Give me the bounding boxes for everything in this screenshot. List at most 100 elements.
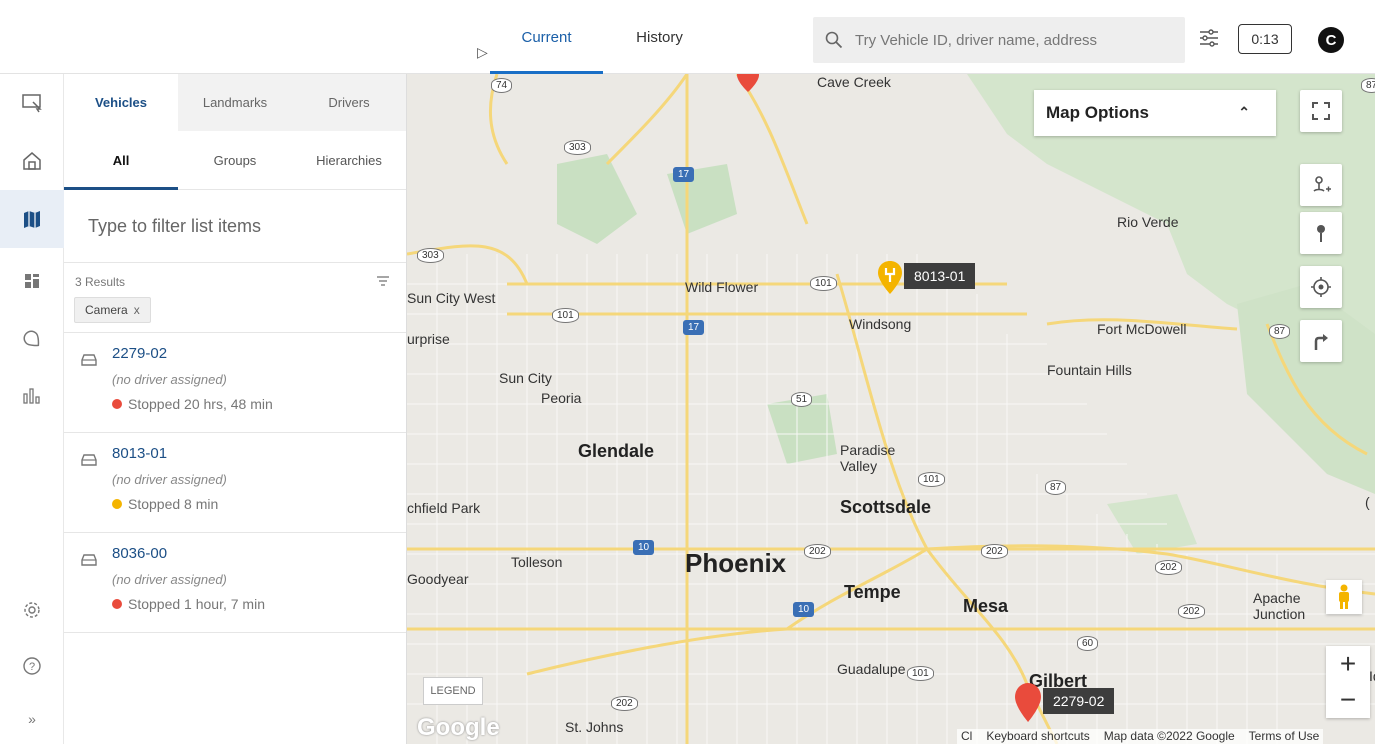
nav-dashboard[interactable]	[0, 252, 64, 310]
nav-help[interactable]: ?	[0, 637, 64, 695]
place-label: Goodyear	[407, 571, 469, 587]
map-data-text: Map data ©2022 Google	[1103, 729, 1235, 743]
nav-map[interactable]	[0, 190, 64, 248]
zoom-in-button[interactable]: +	[1326, 646, 1370, 682]
place-label: Scottsdale	[840, 497, 932, 517]
search-icon	[825, 31, 843, 49]
reports-icon	[23, 388, 40, 404]
map-pin-icon[interactable]	[1013, 682, 1043, 722]
nav-home[interactable]	[0, 132, 64, 190]
turn-right-icon	[1314, 334, 1328, 350]
highway-shield: 202	[981, 544, 1008, 559]
status-dot	[112, 599, 122, 609]
place-label: urprise	[407, 331, 450, 347]
filter-chip-camera: Camera x	[74, 297, 151, 323]
pin-icon	[1317, 225, 1325, 242]
filter-settings-icon[interactable]	[1198, 27, 1220, 49]
vehicle-driver: (no driver assigned)	[112, 372, 227, 387]
interstate-shield: 10	[793, 602, 815, 617]
legend-button[interactable]: LEGEND	[423, 677, 483, 705]
highway-shield: 87	[1269, 324, 1291, 339]
avatar[interactable]: C	[1318, 27, 1344, 53]
tab-hierarchies[interactable]: Hierarchies	[292, 131, 406, 189]
nav-expand-icon[interactable]: »	[0, 690, 64, 748]
highway-shield: 202	[1155, 560, 1182, 575]
tab-current[interactable]: Current	[490, 0, 603, 74]
nav-reports[interactable]	[0, 366, 64, 424]
help-icon: ?	[23, 657, 41, 675]
place-label: Mesa	[963, 596, 1009, 616]
tab-groups[interactable]: Groups	[178, 131, 292, 189]
interstate-shield: 17	[683, 320, 705, 335]
vehicle-map-label[interactable]: 2279-02	[1043, 688, 1115, 714]
wrench-pin-icon[interactable]	[876, 260, 904, 294]
map-pin-icon[interactable]	[735, 74, 761, 92]
highway-shield: 202	[611, 696, 638, 711]
home-icon	[23, 152, 41, 170]
vehicle-list-item[interactable]: 8036-00 (no driver assigned) Stopped 1 h…	[64, 533, 406, 633]
vehicle-list-item[interactable]: 2279-02 (no driver assigned) Stopped 20 …	[64, 333, 406, 433]
zoom-control: + −	[1326, 646, 1370, 718]
refresh-timer-button[interactable]: 0:13	[1238, 24, 1292, 54]
place-label: Apache Junction	[1253, 590, 1306, 622]
highway-shield: 101	[552, 308, 579, 323]
nav-live-view[interactable]	[0, 74, 64, 132]
refresh-timer-value: 0:13	[1251, 31, 1279, 47]
highway-shield: 101	[918, 472, 945, 487]
place-label: Sun City	[499, 370, 552, 386]
terms-link[interactable]: Terms of Use	[1249, 729, 1320, 744]
map-options-label: Map Options	[1046, 103, 1149, 122]
tab-vehicles[interactable]: Vehicles	[64, 74, 178, 131]
map-options-button[interactable]: Map Options ⌃	[1034, 90, 1276, 136]
tab-all[interactable]: All	[64, 131, 178, 190]
vehicle-list-item[interactable]: 8013-01 (no driver assigned) Stopped 8 m…	[64, 433, 406, 533]
vehicle-driver: (no driver assigned)	[112, 572, 227, 587]
place-label: Fountain Hills	[1047, 362, 1132, 378]
results-row: 3 Results Camera x	[64, 263, 406, 333]
zoom-out-button[interactable]: −	[1326, 682, 1370, 718]
place-label: Paradise Valley	[840, 442, 896, 474]
vehicle-id[interactable]: 8013-01	[112, 445, 167, 462]
locate-button[interactable]	[1300, 266, 1342, 308]
place-label: St. Johns	[565, 719, 624, 735]
street-view-button[interactable]	[1326, 580, 1362, 614]
status-dot	[112, 399, 122, 409]
vehicle-map-label[interactable]: 8013-01	[904, 263, 976, 289]
left-nav: ? »	[0, 74, 64, 744]
tab-drivers[interactable]: Drivers	[292, 74, 406, 131]
vehicle-status-text: Stopped 20 hrs, 48 min	[128, 396, 273, 412]
mode-tabs: Current History	[490, 0, 716, 74]
keyboard-shortcuts-link[interactable]: Keyboard shortcuts	[986, 729, 1089, 744]
search-input[interactable]	[855, 31, 1155, 49]
landmark-icon	[23, 330, 40, 347]
vehicle-id[interactable]: 8036-00	[112, 545, 167, 562]
map-canvas[interactable]: Cave Creek Rio Verde Wild Flower Windson…	[407, 74, 1375, 744]
sort-icon[interactable]	[376, 275, 390, 287]
map-attribution: Cl Keyboard shortcuts Map data ©2022 Goo…	[957, 729, 1324, 744]
vehicle-status: Stopped 1 hour, 7 min	[112, 596, 265, 612]
tab-landmarks[interactable]: Landmarks	[178, 74, 292, 131]
vehicle-status-text: Stopped 1 hour, 7 min	[128, 596, 265, 612]
directions-button[interactable]	[1300, 320, 1342, 362]
settings-icon	[24, 602, 40, 618]
highway-shield: 60	[1077, 636, 1099, 651]
place-label: Guadalupe	[837, 661, 906, 677]
list-filter-input[interactable]	[64, 190, 406, 263]
nav-landmarks[interactable]	[0, 310, 64, 368]
vehicle-panel: Vehicles Landmarks Drivers All Groups Hi…	[64, 74, 407, 744]
fullscreen-button[interactable]	[1300, 90, 1342, 132]
car-icon	[81, 354, 97, 366]
tab-history[interactable]: History	[603, 0, 716, 74]
place-label: Cave Creek	[817, 74, 891, 90]
highway-shield: 101	[907, 666, 934, 681]
vehicle-id[interactable]: 2279-02	[112, 345, 167, 362]
pin-button[interactable]	[1300, 212, 1342, 254]
highway-shield: 202	[1178, 604, 1205, 619]
chip-close-icon[interactable]: x	[134, 303, 140, 317]
highway-shield: 74	[491, 78, 513, 93]
add-landmark-button[interactable]	[1300, 164, 1342, 206]
top-bar: ▷ Current History 0:13 C	[0, 0, 1375, 74]
interstate-shield: 10	[633, 540, 655, 555]
place-label: chfield Park	[407, 500, 481, 516]
nav-settings[interactable]	[0, 581, 64, 639]
